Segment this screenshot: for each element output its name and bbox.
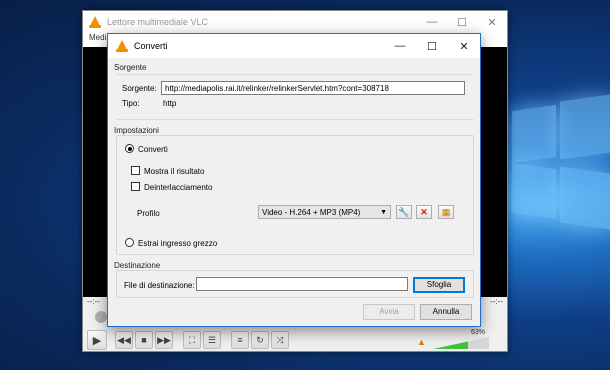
- menu-media[interactable]: Medi: [89, 33, 106, 42]
- convert-radio-label: Converti: [138, 145, 168, 154]
- speaker-icon[interactable]: ▲: [417, 337, 426, 347]
- start-button[interactable]: Avvia: [363, 304, 415, 320]
- play-icon[interactable]: ▶: [87, 330, 107, 350]
- elapsed-time: --:--: [87, 297, 100, 306]
- shuffle-icon[interactable]: ⤨: [271, 331, 289, 349]
- dialog-title: Converti: [134, 41, 168, 51]
- close-icon[interactable]: ✕: [448, 34, 480, 58]
- vlc-cone-icon: [89, 16, 101, 28]
- total-time: --:--: [490, 297, 503, 306]
- volume-slider[interactable]: [433, 337, 489, 349]
- maximize-icon[interactable]: ☐: [416, 34, 448, 58]
- profile-label: Profilo: [137, 209, 160, 218]
- browse-button[interactable]: Sfoglia: [413, 277, 465, 293]
- type-value: http: [163, 99, 177, 108]
- extended-settings-icon[interactable]: ☰: [203, 331, 221, 349]
- source-field[interactable]: http://mediapolis.rai.it/relinker/relink…: [161, 81, 465, 95]
- convert-radio[interactable]: [125, 144, 134, 153]
- divider: [116, 74, 474, 75]
- profile-select-value: Video - H.264 + MP3 (MP4): [262, 208, 361, 217]
- new-profile-icon[interactable]: ▦: [438, 205, 454, 219]
- next-icon[interactable]: ▶▶: [155, 331, 173, 349]
- wrench-icon[interactable]: 🔧: [396, 205, 412, 219]
- minimize-icon[interactable]: —: [384, 34, 416, 58]
- destination-file-field[interactable]: [196, 277, 408, 291]
- show-result-checkbox[interactable]: [131, 166, 140, 175]
- volume-control[interactable]: ▲ 63%: [415, 329, 495, 351]
- dialog-titlebar: Converti — ☐ ✕: [108, 34, 480, 58]
- vlc-titlebar: Lettore multimediale VLC — ☐ ✕: [83, 11, 507, 33]
- volume-percent: 63%: [470, 329, 485, 336]
- vlc-cone-icon: [116, 40, 128, 52]
- loop-icon[interactable]: ↻: [251, 331, 269, 349]
- chevron-down-icon: ▼: [380, 209, 387, 216]
- playlist-icon[interactable]: ≡: [231, 331, 249, 349]
- raw-input-radio[interactable]: [125, 238, 134, 247]
- cancel-button[interactable]: Annulla: [420, 304, 472, 320]
- source-label: Sorgente:: [122, 84, 157, 93]
- profile-select[interactable]: Video - H.264 + MP3 (MP4) ▼: [258, 205, 391, 219]
- destination-file-label: File di destinazione:: [124, 281, 195, 290]
- raw-input-label: Estrai ingresso grezzo: [138, 239, 218, 248]
- minimize-icon[interactable]: —: [417, 11, 447, 33]
- settings-group-label: Impostazioni: [114, 126, 159, 135]
- source-group-label: Sorgente: [114, 63, 147, 72]
- record-button[interactable]: [95, 311, 107, 323]
- previous-icon[interactable]: ◀◀: [115, 331, 133, 349]
- deinterlace-checkbox[interactable]: [131, 182, 140, 191]
- delete-profile-icon[interactable]: ✕: [416, 205, 432, 219]
- convert-dialog: Converti — ☐ ✕ Sorgente Sorgente: http:/…: [107, 33, 481, 327]
- close-icon[interactable]: ✕: [477, 11, 507, 33]
- volume-fill: [433, 337, 469, 349]
- type-label: Tipo:: [122, 99, 140, 108]
- deinterlace-label: Deinterlacciamento: [144, 183, 213, 192]
- vlc-window-title: Lettore multimediale VLC: [107, 17, 209, 27]
- stop-icon[interactable]: ■: [135, 331, 153, 349]
- show-result-label: Mostra il risultato: [144, 167, 205, 176]
- divider: [116, 119, 474, 120]
- maximize-icon[interactable]: ☐: [447, 11, 477, 33]
- settings-group: [116, 135, 474, 255]
- destination-group-label: Destinazione: [114, 261, 161, 270]
- windows-logo: [500, 80, 610, 280]
- fullscreen-icon[interactable]: ⛶: [183, 331, 201, 349]
